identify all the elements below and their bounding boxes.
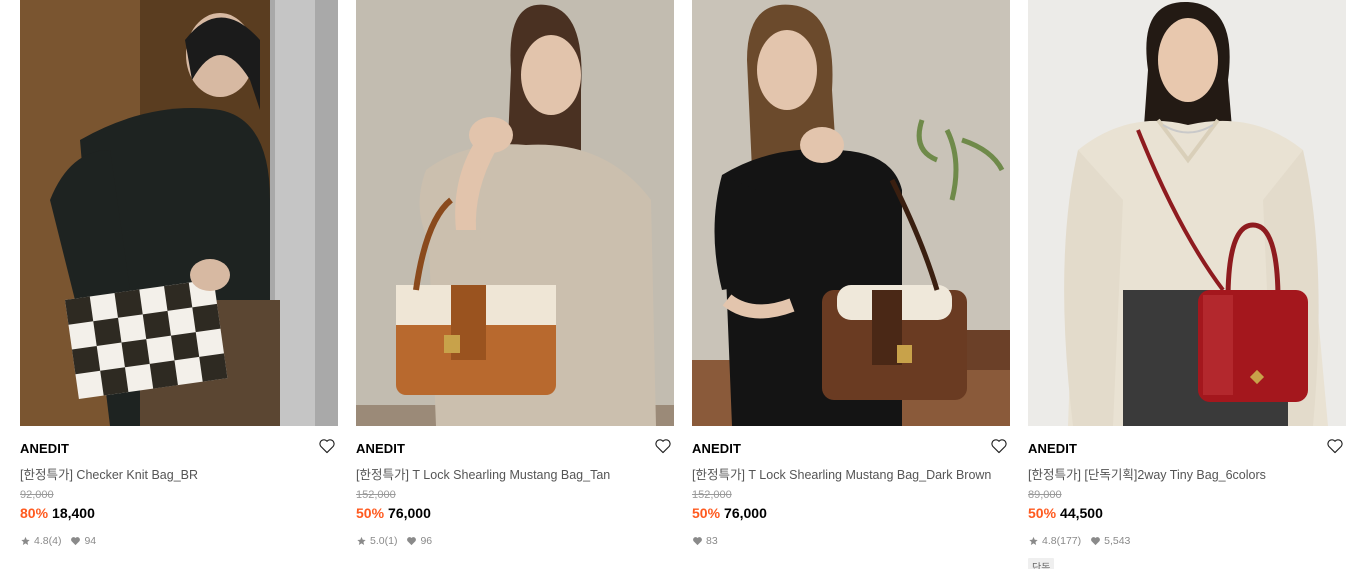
- discount-rate: 80%: [20, 505, 49, 521]
- star-icon: [1028, 536, 1039, 546]
- product-card[interactable]: ANEDIT [한정특가] [단독기획]2way Tiny Bag_6color…: [1028, 0, 1346, 569]
- review-count: (1): [384, 535, 398, 547]
- product-name[interactable]: [한정특가] T Lock Shearling Mustang Bag_Dark…: [692, 464, 992, 483]
- likes: 5,543: [1090, 535, 1130, 547]
- wishlist-heart-icon[interactable]: [318, 438, 338, 456]
- like-count: 96: [420, 535, 433, 547]
- original-price: 152,000: [356, 489, 396, 501]
- sale-price: 76,000: [724, 505, 767, 521]
- rating-value: 4.8: [34, 535, 49, 547]
- rating: 4.8 (177): [1028, 535, 1081, 547]
- price-line: 80% 18,400: [20, 505, 95, 521]
- rating-value: 5.0: [370, 535, 385, 547]
- price-line: 50% 76,000: [692, 505, 767, 521]
- discount-rate: 50%: [356, 505, 385, 521]
- sale-price: 18,400: [52, 505, 95, 521]
- wishlist-heart-icon[interactable]: [990, 438, 1010, 456]
- original-price: 152,000: [692, 489, 732, 501]
- product-meta: 5.0 (1) 96: [356, 534, 441, 548]
- review-count: (177): [1056, 535, 1082, 547]
- rating: 5.0 (1): [356, 535, 397, 547]
- heart-filled-icon: [1090, 536, 1101, 546]
- brand-name[interactable]: ANEDIT: [356, 441, 405, 456]
- heart-filled-icon: [692, 536, 703, 546]
- star-icon: [356, 536, 367, 546]
- like-count: 5,543: [1104, 535, 1131, 547]
- price-line: 50% 44,500: [1028, 505, 1103, 521]
- discount-rate: 50%: [1028, 505, 1057, 521]
- original-price: 92,000: [20, 489, 54, 501]
- like-count: 94: [84, 535, 97, 547]
- product-card[interactable]: ANEDIT [한정특가] T Lock Shearling Mustang B…: [692, 0, 1010, 569]
- exclusive-badge: 단독: [1028, 558, 1055, 569]
- star-icon: [20, 536, 31, 546]
- product-card[interactable]: ANEDIT [한정특가] Checker Knit Bag_BR 92,000…: [20, 0, 338, 569]
- brand-name[interactable]: ANEDIT: [692, 441, 741, 456]
- like-count: 83: [706, 535, 718, 547]
- brand-name[interactable]: ANEDIT: [20, 441, 69, 456]
- product-grid: ANEDIT [한정특가] Checker Knit Bag_BR 92,000…: [0, 0, 1354, 569]
- rating-value: 4.8: [1042, 535, 1057, 547]
- product-meta: 83: [692, 534, 727, 548]
- likes: 94: [70, 535, 96, 547]
- product-image[interactable]: [356, 0, 674, 426]
- wishlist-heart-icon[interactable]: [1326, 438, 1346, 456]
- heart-filled-icon: [70, 536, 81, 546]
- brand-name[interactable]: ANEDIT: [1028, 441, 1077, 456]
- sale-price: 44,500: [1060, 505, 1103, 521]
- rating: 4.8 (4): [20, 535, 61, 547]
- product-meta: 4.8 (4) 94: [20, 534, 105, 548]
- product-name[interactable]: [한정특가] Checker Knit Bag_BR: [20, 464, 320, 483]
- product-meta: 4.8 (177) 5,543: [1028, 534, 1139, 548]
- original-price: 89,000: [1028, 489, 1062, 501]
- sale-price: 76,000: [388, 505, 431, 521]
- product-card[interactable]: ANEDIT [한정특가] T Lock Shearling Mustang B…: [356, 0, 674, 569]
- review-count: (4): [48, 535, 62, 547]
- likes: 83: [692, 535, 718, 547]
- product-image[interactable]: [20, 0, 338, 426]
- wishlist-heart-icon[interactable]: [654, 438, 674, 456]
- discount-rate: 50%: [692, 505, 721, 521]
- product-image[interactable]: [692, 0, 1010, 426]
- heart-filled-icon: [406, 536, 417, 546]
- product-name[interactable]: [한정특가] T Lock Shearling Mustang Bag_Tan: [356, 464, 656, 483]
- product-name[interactable]: [한정특가] [단독기획]2way Tiny Bag_6colors: [1028, 464, 1328, 483]
- price-line: 50% 76,000: [356, 505, 431, 521]
- product-image[interactable]: [1028, 0, 1346, 426]
- likes: 96: [406, 535, 432, 547]
